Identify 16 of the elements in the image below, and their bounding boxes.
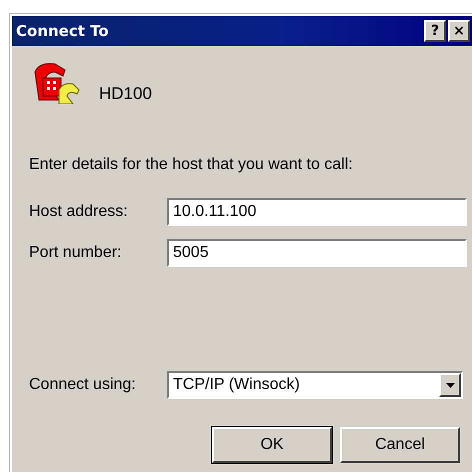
field-label: Connect using: (29, 376, 137, 394)
window-title: Connect To (16, 22, 109, 40)
help-button[interactable]: ? (424, 20, 446, 42)
connection-name: HD100 (99, 84, 152, 104)
dropdown-button[interactable] (439, 373, 461, 397)
ok-button[interactable]: OK (212, 427, 332, 463)
caret-icon (446, 382, 454, 388)
dropdown-value: TCP/IP (Winsock) (173, 376, 300, 394)
text-field[interactable]: 10.0.11.100 (167, 198, 467, 226)
field-label: Port number: (29, 244, 122, 262)
connection-dropdown[interactable]: TCP/IP (Winsock) (167, 371, 463, 399)
instructions-text: Enter details for the host that you want to call: (29, 156, 354, 174)
text-field[interactable]: 5005 (167, 239, 467, 267)
cancel-button[interactable]: Cancel (340, 427, 460, 463)
field-label: Host address: (29, 203, 129, 221)
close-button[interactable]: × (448, 20, 470, 42)
